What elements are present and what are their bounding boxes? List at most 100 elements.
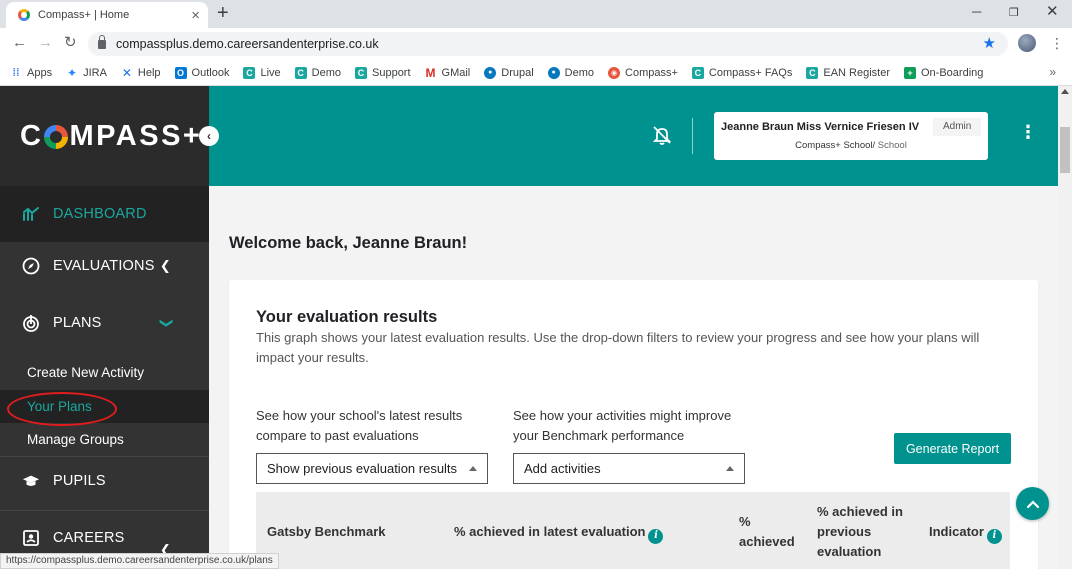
apps-grid-icon: ⁞⁞ bbox=[12, 66, 20, 79]
compass-favicon-icon bbox=[18, 9, 30, 21]
profile-avatar[interactable] bbox=[1018, 34, 1036, 52]
user-school: Compass+ School/ School bbox=[795, 140, 907, 151]
app-header: Jeanne Braun Miss Vernice Friesen IV Adm… bbox=[209, 86, 1058, 186]
sidebar-item-dashboard[interactable]: DASHBOARD bbox=[0, 186, 209, 242]
bookmark-item[interactable]: C Live bbox=[243, 66, 281, 79]
sidebar-item-pupils[interactable]: PUPILS bbox=[0, 453, 209, 509]
notifications-off-icon[interactable] bbox=[651, 124, 673, 146]
close-window-icon[interactable]: ✕ bbox=[1046, 2, 1059, 20]
chevron-left-icon: ❮ bbox=[159, 258, 171, 273]
page-scrollbar[interactable] bbox=[1058, 86, 1072, 569]
previous-results-select[interactable]: Show previous evaluation results bbox=[256, 453, 488, 484]
card-title: Your evaluation results bbox=[256, 308, 438, 326]
bookmark-item[interactable]: ⁞⁞ Apps bbox=[10, 67, 52, 79]
sidebar-item-evaluations[interactable]: EVALUATIONS ❮ bbox=[0, 238, 209, 294]
bookmark-label: Compass+ bbox=[625, 66, 678, 79]
forward-arrow-icon[interactable]: → bbox=[38, 35, 53, 51]
bookmark-item[interactable]: C Compass+ FAQs bbox=[691, 66, 793, 79]
th-indicator: Indicator i bbox=[929, 522, 1002, 544]
bookmark-item[interactable]: C EAN Register bbox=[806, 66, 890, 79]
school-type: School bbox=[877, 140, 907, 151]
caret-up-icon bbox=[726, 466, 734, 471]
bookmark-item[interactable]: M GMail bbox=[425, 66, 471, 80]
address-bar-row: ← → ↻ compassplus.demo.careersandenterpr… bbox=[0, 28, 1072, 60]
bookmark-label: On-Boarding bbox=[921, 66, 984, 79]
bookmark-item[interactable]: C Demo bbox=[294, 66, 341, 79]
c-icon: C bbox=[355, 66, 367, 79]
header-menu-icon[interactable]: ⋮ bbox=[1019, 122, 1037, 143]
scrollbar-thumb[interactable] bbox=[1060, 127, 1070, 173]
logo-text-start: C bbox=[20, 120, 44, 152]
browser-tab[interactable]: Compass+ | Home × bbox=[6, 2, 208, 28]
school-name: Compass+ School bbox=[795, 140, 873, 151]
graduation-cap-icon bbox=[22, 472, 40, 490]
info-icon[interactable]: i bbox=[986, 528, 1002, 544]
filter-activities-label: See how your activities might improve yo… bbox=[513, 408, 732, 443]
user-name: Jeanne Braun Miss Vernice Friesen IV bbox=[721, 121, 920, 133]
bookmark-label: JIRA bbox=[83, 66, 107, 79]
bookmark-item[interactable]: ● Drupal bbox=[484, 66, 534, 79]
scroll-to-top-button[interactable] bbox=[1016, 487, 1049, 520]
compass-logo-icon bbox=[44, 124, 69, 149]
add-activities-select[interactable]: Add activities bbox=[513, 453, 745, 484]
filter-previous-label: See how your school's latest results com… bbox=[256, 408, 463, 443]
dashboard-chart-icon bbox=[22, 205, 40, 223]
bookmark-item[interactable]: ✦ JIRA bbox=[66, 66, 107, 80]
browser-menu-icon[interactable]: ⋮ bbox=[1050, 35, 1064, 52]
scroll-up-arrow-icon[interactable] bbox=[1061, 89, 1069, 94]
sidebar-subitem-manage-groups[interactable]: Manage Groups bbox=[0, 423, 209, 456]
drupal-icon: ● bbox=[484, 66, 497, 79]
bookmark-item[interactable]: O Outlook bbox=[174, 66, 229, 79]
bookmark-label: EAN Register bbox=[823, 66, 890, 79]
plans-target-icon bbox=[22, 314, 40, 332]
minimize-icon[interactable]: ─ bbox=[972, 4, 981, 19]
close-tab-icon[interactable]: × bbox=[191, 8, 200, 23]
c-icon: C bbox=[294, 66, 307, 79]
bookmark-star-icon[interactable]: ★ bbox=[983, 34, 996, 52]
bookmark-item[interactable]: ✕ Help bbox=[121, 66, 161, 80]
highlight-annotation-circle bbox=[7, 392, 117, 426]
sidebar-subitem-create-activity[interactable]: Create New Activity bbox=[0, 356, 209, 389]
drupal-icon: ● bbox=[547, 66, 560, 79]
bookmark-item[interactable]: ◉ Compass+ bbox=[608, 66, 678, 79]
results-table-header: Gatsby Benchmark % achieved in latest ev… bbox=[256, 492, 1010, 569]
sidebar-item-plans[interactable]: PLANS ❮ bbox=[0, 295, 209, 351]
bookmarks-bar: ⁞⁞ Apps ✦ JIRA ✕ Help O Outlook C Live C Demo C Suppo… bbox=[0, 60, 1072, 86]
new-tab-icon[interactable]: + bbox=[217, 3, 229, 23]
more-bookmarks-icon[interactable]: » bbox=[1049, 65, 1056, 79]
th-label: % achieved in latest evaluation bbox=[454, 524, 646, 539]
bookmark-label: GMail bbox=[441, 66, 471, 79]
collapse-sidebar-icon[interactable]: ‹ bbox=[199, 126, 219, 146]
bookmark-label: Demo bbox=[311, 66, 341, 79]
restore-icon[interactable]: ❐ bbox=[1009, 6, 1019, 19]
sidebar-item-label: EVALUATIONS bbox=[53, 258, 155, 274]
url-bar[interactable]: compassplus.demo.careersandenterprise.co… bbox=[88, 32, 1008, 56]
plus-icon: + bbox=[904, 66, 916, 79]
c-icon: C bbox=[691, 66, 704, 79]
bookmark-item[interactable]: + On-Boarding bbox=[904, 66, 984, 79]
th-achieved: % achieved bbox=[739, 514, 795, 549]
th-latest-evaluation: % achieved in latest evaluation i bbox=[454, 522, 664, 544]
info-icon[interactable]: i bbox=[648, 528, 664, 544]
subitem-label: Manage Groups bbox=[27, 432, 124, 447]
tab-title: Compass+ | Home bbox=[38, 9, 130, 21]
evaluation-results-card: Your evaluation results This graph shows… bbox=[229, 280, 1038, 569]
bookmark-label: Compass+ FAQs bbox=[708, 66, 793, 79]
chevron-up-icon bbox=[1026, 499, 1039, 508]
user-profile-card[interactable]: Jeanne Braun Miss Vernice Friesen IV Adm… bbox=[714, 112, 988, 160]
main-content: Welcome back, Jeanne Braun! Your evaluat… bbox=[209, 186, 1058, 569]
reload-icon[interactable]: ↻ bbox=[64, 35, 77, 51]
bookmark-item[interactable]: ● Demo bbox=[547, 66, 594, 79]
c-icon: C bbox=[806, 66, 819, 79]
th-gatsby-benchmark: Gatsby Benchmark bbox=[267, 524, 386, 539]
back-arrow-icon[interactable]: ← bbox=[12, 35, 27, 51]
welcome-heading: Welcome back, Jeanne Braun! bbox=[229, 234, 468, 252]
compass-logo[interactable]: C MPASS+ bbox=[20, 120, 202, 153]
status-bar-url: https://compassplus.demo.careersandenter… bbox=[0, 553, 279, 569]
generate-report-button[interactable]: Generate Report bbox=[894, 433, 1011, 464]
browser-tabbar: Compass+ | Home × + ─ ❐ ✕ bbox=[0, 0, 1072, 28]
bookmark-item[interactable]: C Support bbox=[355, 66, 411, 79]
bookmark-label: Support bbox=[372, 66, 411, 79]
header-divider bbox=[692, 118, 693, 154]
bookmark-label: Drupal bbox=[501, 66, 534, 79]
